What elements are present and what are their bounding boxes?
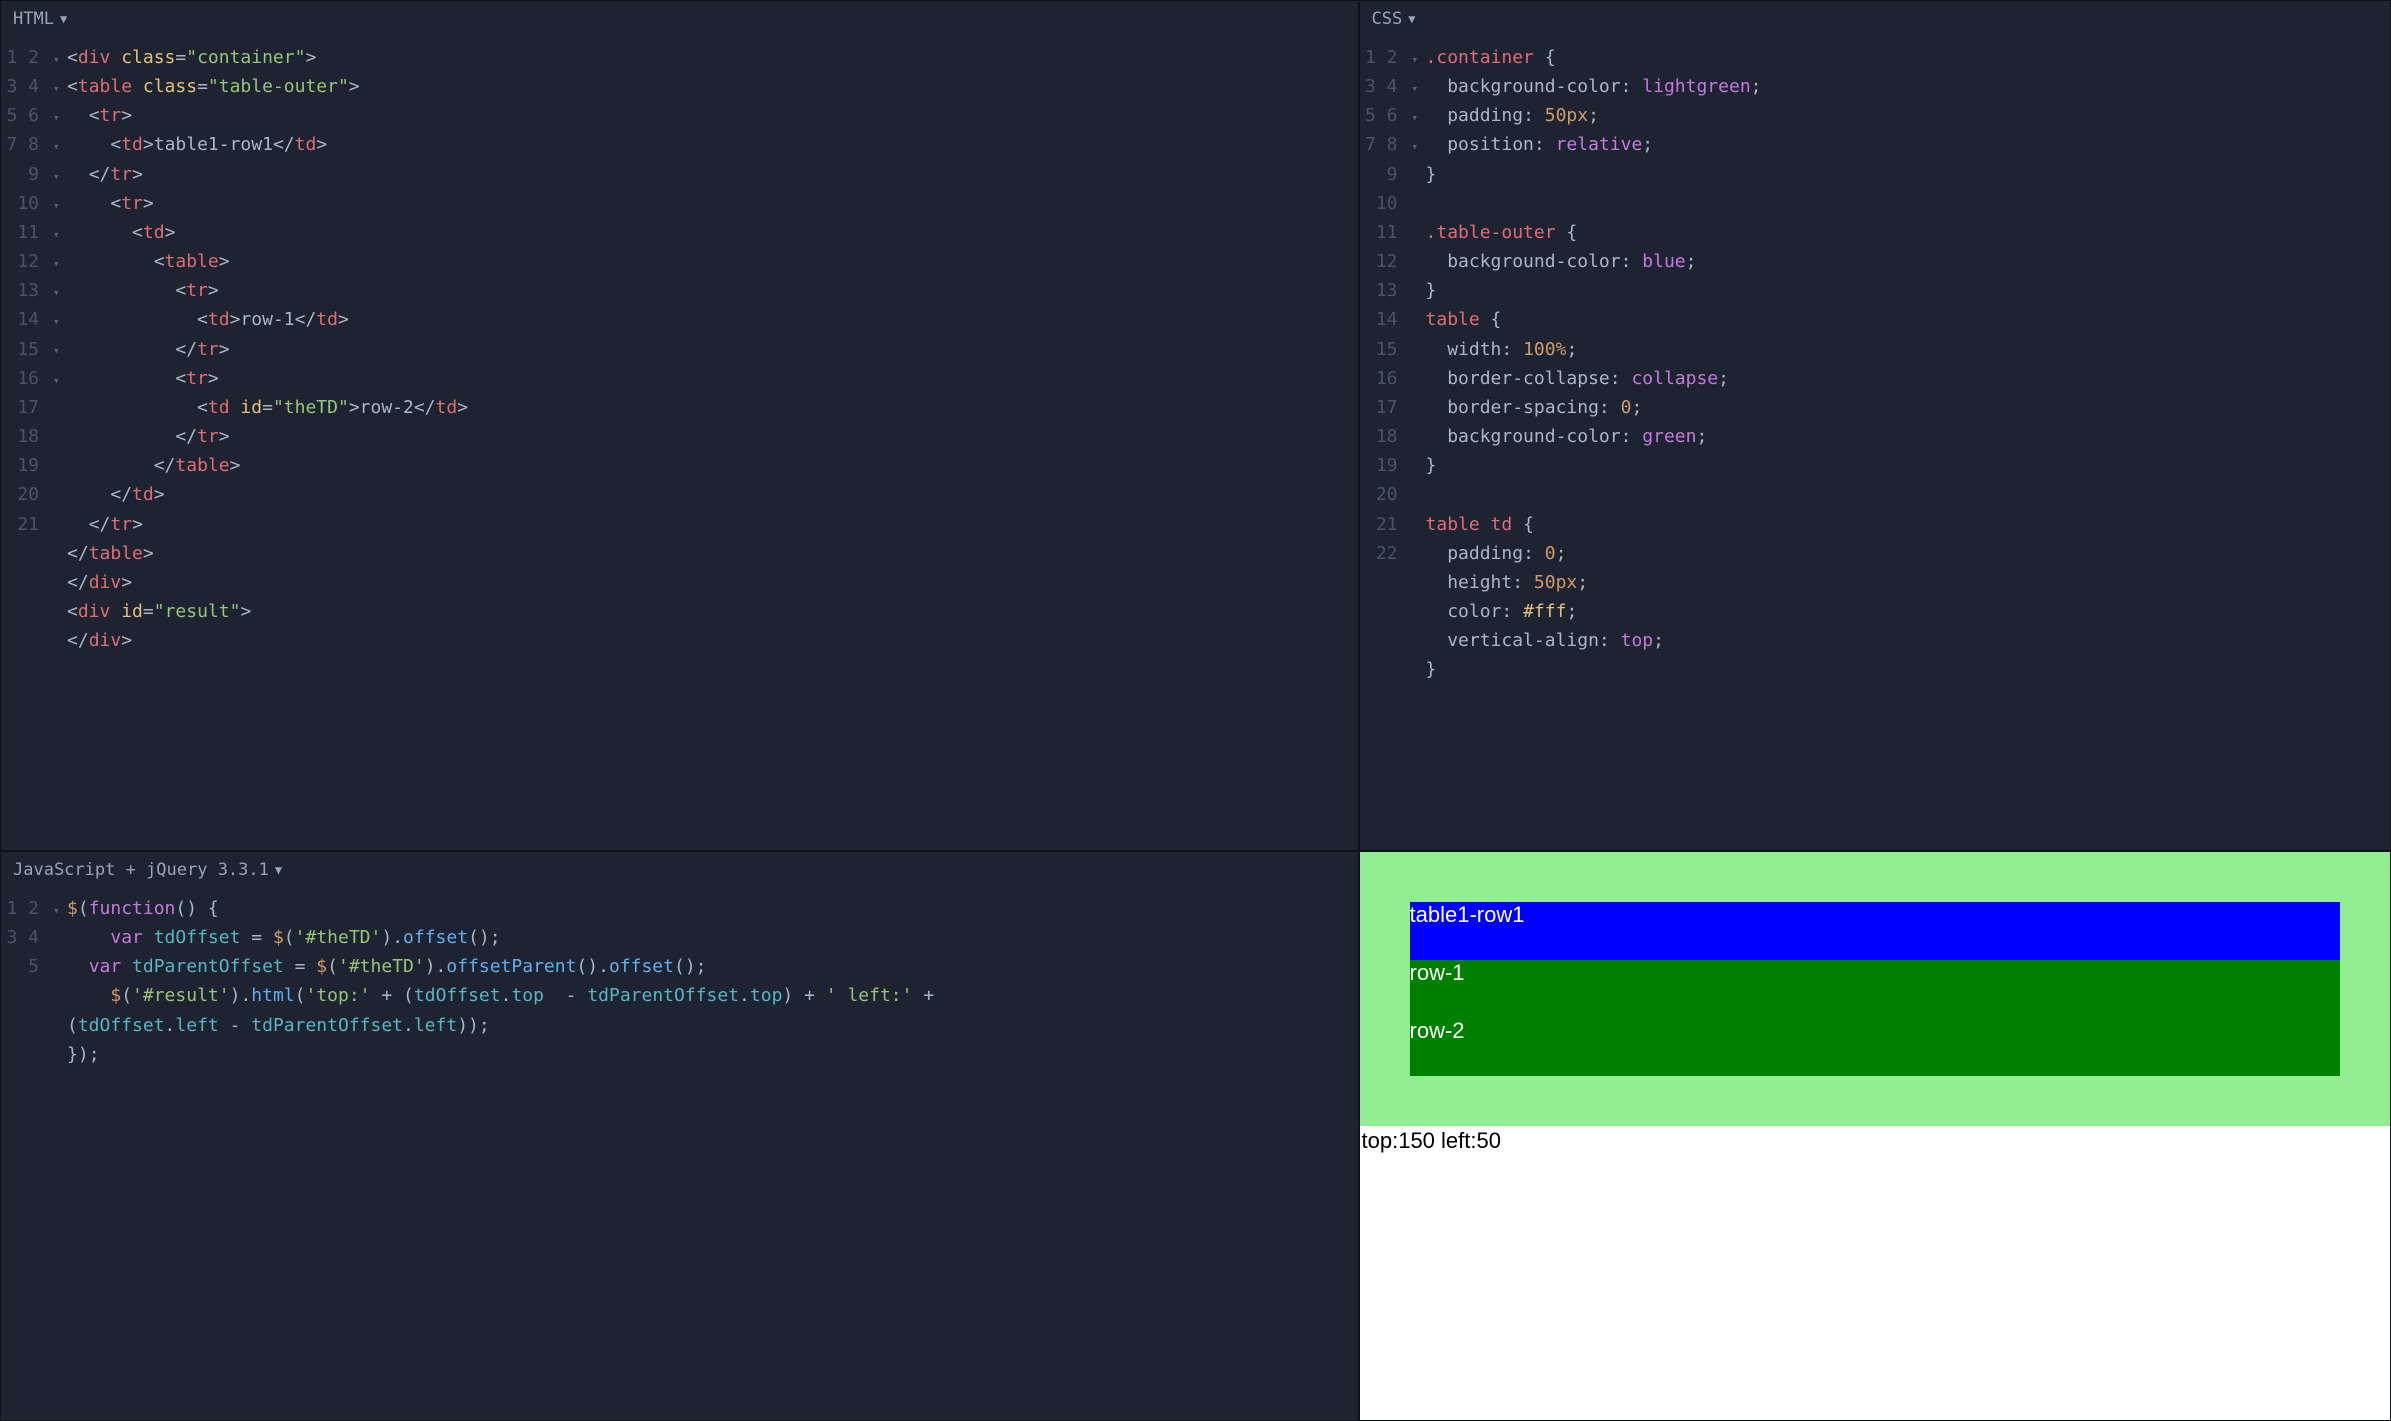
- preview-cell-t1r1: table1-row1: [1410, 902, 2340, 960]
- html-editor[interactable]: 1 2 3 4 5 6 7 8 9 10 11 12 13 14 15 16 1…: [1, 37, 1358, 850]
- css-pane-title: CSS: [1372, 9, 1403, 29]
- html-code[interactable]: <div class="container"> <table class="ta…: [67, 43, 1358, 850]
- table-row: row-1 row-2: [1410, 960, 2340, 1076]
- js-editor[interactable]: 1 2 3 4 5 ▾ $(function() { var tdOffset …: [1, 888, 1358, 1420]
- preview-cell-nested: row-1 row-2: [1410, 960, 2340, 1076]
- css-pane-header[interactable]: CSS ▼: [1360, 1, 2390, 37]
- table-row: row-1: [1410, 960, 2340, 1018]
- preview-cell-row2: row-2: [1410, 1018, 2340, 1076]
- result-pane: table1-row1 row-1: [1359, 851, 2391, 1421]
- html-pane-header[interactable]: HTML ▼: [1, 1, 1358, 37]
- html-gutter: 1 2 3 4 5 6 7 8 9 10 11 12 13 14 15 16 1…: [1, 43, 53, 850]
- css-gutter: 1 2 3 4 5 6 7 8 9 10 11 12 13 14 15 16 1…: [1360, 43, 1412, 850]
- preview-table-outer: table1-row1 row-1: [1410, 902, 2340, 1076]
- js-gutter: 1 2 3 4 5: [1, 894, 53, 1420]
- preview-result-text: top:150 left:50: [1360, 1126, 2390, 1158]
- css-fold-column: ▾ ▾ ▾ ▾: [1412, 43, 1426, 850]
- preview-table-inner: row-1 row-2: [1410, 960, 2340, 1076]
- js-pane: JavaScript + jQuery 3.3.1 ▼ 1 2 3 4 5 ▾ …: [0, 851, 1359, 1421]
- html-pane-title: HTML: [13, 9, 54, 29]
- preview-cell-row1: row-1: [1410, 960, 2340, 1018]
- jsfiddle-layout: HTML ▼ 1 2 3 4 5 6 7 8 9 10 11 12 13 14 …: [0, 0, 2391, 1421]
- js-pane-title: JavaScript + jQuery 3.3.1: [13, 860, 269, 880]
- js-fold-column: ▾: [53, 894, 67, 1420]
- css-editor[interactable]: 1 2 3 4 5 6 7 8 9 10 11 12 13 14 15 16 1…: [1360, 37, 2390, 850]
- js-code[interactable]: $(function() { var tdOffset = $('#theTD'…: [67, 894, 1358, 1420]
- chevron-down-icon: ▼: [275, 863, 282, 877]
- html-fold-column: ▾ ▾ ▾ ▾ ▾ ▾ ▾ ▾ ▾ ▾ ▾ ▾: [53, 43, 67, 850]
- css-pane: CSS ▼ 1 2 3 4 5 6 7 8 9 10 11 12 13 14 1…: [1359, 0, 2391, 851]
- chevron-down-icon: ▼: [60, 12, 67, 26]
- table-row: table1-row1: [1410, 902, 2340, 960]
- table-row: row-2: [1410, 1018, 2340, 1076]
- preview-container: table1-row1 row-1: [1360, 852, 2390, 1126]
- css-code[interactable]: .container { background-color: lightgree…: [1426, 43, 2390, 850]
- html-pane: HTML ▼ 1 2 3 4 5 6 7 8 9 10 11 12 13 14 …: [0, 0, 1359, 851]
- result-body: table1-row1 row-1: [1360, 852, 2390, 1420]
- js-pane-header[interactable]: JavaScript + jQuery 3.3.1 ▼: [1, 852, 1358, 888]
- chevron-down-icon: ▼: [1408, 12, 1415, 26]
